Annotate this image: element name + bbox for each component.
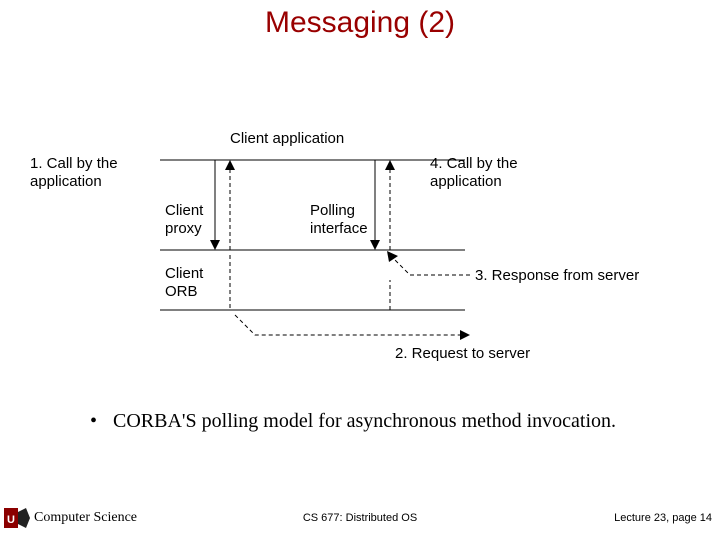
slide-footer: Computer Science CS 677: Distributed OS … bbox=[0, 502, 720, 526]
label-polling-interface: Polling interface bbox=[310, 202, 368, 238]
footer-center: CS 677: Distributed OS bbox=[0, 512, 720, 524]
slide-title: Messaging (2) bbox=[0, 0, 720, 40]
label-client-orb: Client ORB bbox=[165, 265, 203, 301]
svg-text:U: U bbox=[7, 514, 15, 526]
umass-logo: U bbox=[4, 506, 32, 530]
footer-right: Lecture 23, page 14 bbox=[614, 512, 712, 524]
bullet-point: • CORBA'S polling model for asynchronous… bbox=[90, 410, 650, 433]
bullet-marker: • bbox=[90, 410, 108, 433]
label-response-3: 3. Response from server bbox=[475, 267, 639, 285]
corba-polling-diagram: Client application 1. Call by the applic… bbox=[70, 100, 670, 380]
label-call-4: 4. Call by the application bbox=[430, 155, 518, 191]
label-call-1: 1. Call by the application bbox=[30, 155, 118, 191]
label-request-2: 2. Request to server bbox=[395, 345, 530, 363]
diagram-svg bbox=[70, 100, 670, 380]
label-client-application: Client application bbox=[230, 130, 344, 148]
bullet-text: CORBA'S polling model for asynchronous m… bbox=[113, 410, 633, 433]
label-client-proxy: Client proxy bbox=[165, 202, 203, 238]
